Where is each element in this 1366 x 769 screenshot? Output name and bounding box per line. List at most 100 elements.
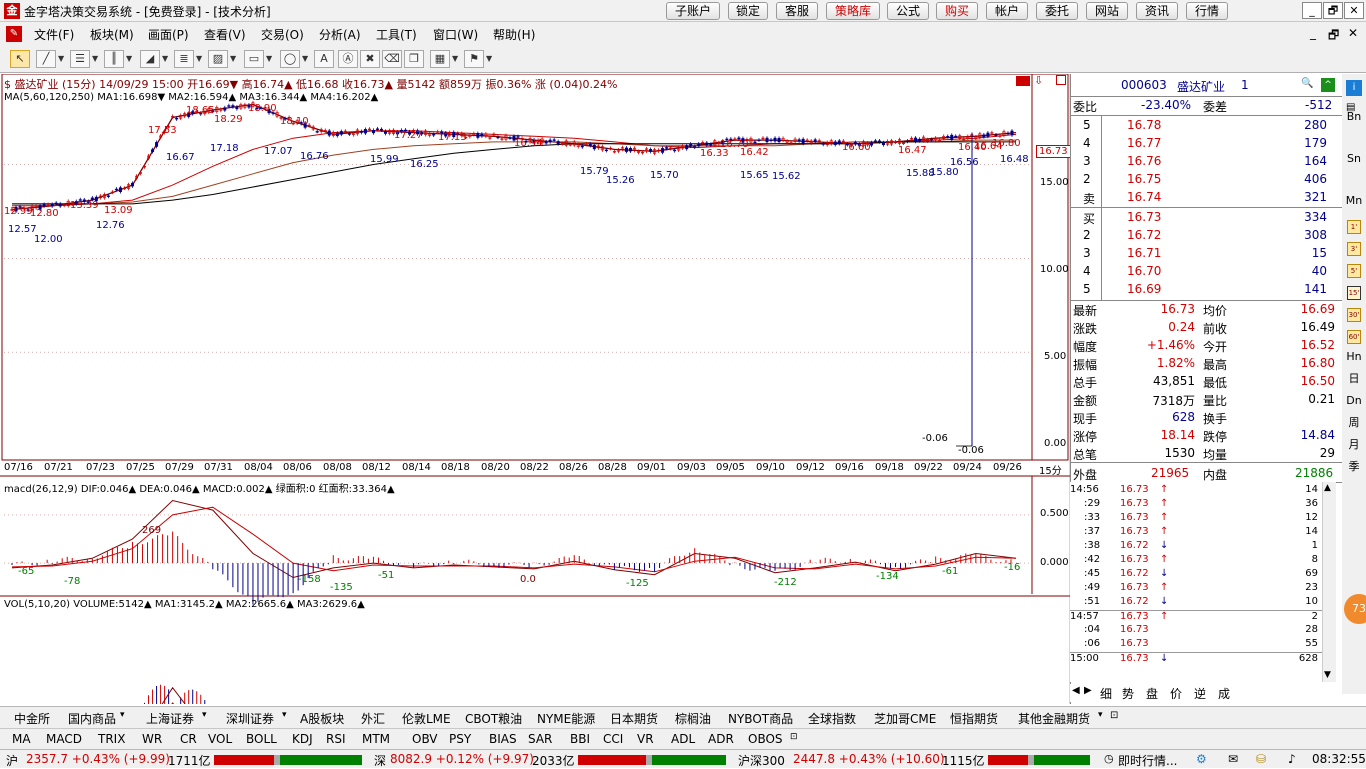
document-icon[interactable]: ✎ <box>6 26 22 42</box>
indicator-tab[interactable]: PSY <box>449 732 471 746</box>
period-button[interactable]: Mn <box>1345 192 1363 210</box>
period-1min-icon[interactable]: 1' <box>1347 220 1361 234</box>
period-3min-icon[interactable]: 3' <box>1347 242 1361 256</box>
top-button-quotes[interactable]: 行情 <box>1186 2 1228 20</box>
account-icon[interactable]: ⛁ <box>1256 752 1266 766</box>
indicator-tab[interactable]: BIAS <box>489 732 517 746</box>
dropdown-arrow-icon[interactable]: ▼ <box>58 54 64 63</box>
bid-row[interactable]: 2 16.72 308 <box>1071 227 1343 245</box>
search-icon[interactable]: 🔍 <box>1301 78 1313 89</box>
bid-row[interactable]: 5 16.69 141 <box>1071 281 1343 299</box>
top-button-news[interactable]: 资讯 <box>1136 2 1178 20</box>
market-tab[interactable]: 上海证券 <box>146 710 194 727</box>
top-button-order[interactable]: 委托 <box>1036 2 1078 20</box>
dropdown-arrow-icon[interactable]: ▼ <box>302 54 308 63</box>
expand-icon[interactable]: ⇩ <box>1034 74 1043 87</box>
info-icon[interactable]: i <box>1346 80 1362 96</box>
scroll-up-icon[interactable]: ▲ <box>1324 483 1331 493</box>
dropdown-arrow-icon[interactable]: ▼ <box>126 54 132 63</box>
indicator-tab[interactable]: SAR <box>528 732 552 746</box>
delete-tool-icon[interactable]: ✖ <box>360 50 380 68</box>
line-tool-icon[interactable]: ╱ <box>36 50 56 68</box>
tab-prev-icon[interactable]: ◀ <box>1072 685 1080 696</box>
period-60min-icon[interactable]: 60' <box>1347 330 1361 344</box>
indicator-tab[interactable]: TRIX <box>98 732 125 746</box>
alert-icon[interactable]: ✉ <box>1228 752 1238 766</box>
menu-tools[interactable]: 工具(T) <box>376 26 417 43</box>
period-5min-icon[interactable]: 5' <box>1347 264 1361 278</box>
menu-analysis[interactable]: 分析(A) <box>319 26 361 43</box>
top-button-sub-account[interactable]: 子账户 <box>666 2 720 20</box>
market-tab[interactable]: 恒指期货 <box>950 710 998 727</box>
tick-scrollbar[interactable]: ▲ ▼ <box>1322 482 1336 682</box>
settings-tool-icon[interactable]: ⚑ <box>464 50 484 68</box>
dropdown-arrow-icon[interactable]: ▼ <box>162 54 168 63</box>
market-tab[interactable]: 伦敦LME <box>402 710 451 727</box>
top-button-buy[interactable]: 购买 <box>936 2 978 20</box>
indicator-tab[interactable]: KDJ <box>292 732 313 746</box>
dropdown-arrow-icon[interactable]: ▾ <box>282 710 287 720</box>
indicator-tab[interactable]: OBOS <box>748 732 783 746</box>
menu-trade[interactable]: 交易(O) <box>261 26 304 43</box>
period-button[interactable]: Hn <box>1345 348 1363 366</box>
ellipse-tool-icon[interactable]: ◯ <box>280 50 300 68</box>
detail-tab[interactable]: 细 <box>1100 685 1112 702</box>
market-tab[interactable]: A股板块 <box>300 710 344 727</box>
indicator-tab[interactable]: VR <box>637 732 654 746</box>
bid-row[interactable]: 4 16.70 40 <box>1071 263 1343 281</box>
top-button-formula[interactable]: 公式 <box>887 2 929 20</box>
period-button[interactable]: Dn <box>1345 392 1363 410</box>
indicator-tab[interactable]: VOL <box>208 732 232 746</box>
ask-row[interactable]: 3 16.76 164 <box>1071 153 1343 171</box>
mdi-minimize-button[interactable]: _ <box>1310 26 1316 40</box>
gann-tool-icon[interactable]: ▨ <box>208 50 228 68</box>
top-button-website[interactable]: 网站 <box>1086 2 1128 20</box>
dropdown-arrow-icon[interactable]: ▼ <box>266 54 272 63</box>
menu-file[interactable]: 文件(F) <box>34 26 74 43</box>
connection-icon[interactable]: ⚙ <box>1196 752 1207 766</box>
market-tab[interactable]: 深圳证券 <box>226 710 274 727</box>
top-button-lock[interactable]: 锁定 <box>728 2 768 20</box>
menu-screen[interactable]: 画面(P) <box>148 26 189 43</box>
indicator-tab[interactable]: RSI <box>326 732 346 746</box>
indicator-tab[interactable]: CCI <box>603 732 623 746</box>
scroll-down-icon[interactable]: ▼ <box>1324 670 1331 680</box>
settings-icon[interactable]: ^ <box>1321 78 1335 92</box>
indicator-tab[interactable]: BOLL <box>246 732 277 746</box>
period-30min-icon[interactable]: 30' <box>1347 308 1361 322</box>
detail-tab[interactable]: 盘 <box>1146 685 1158 702</box>
menu-window[interactable]: 窗口(W) <box>433 26 478 43</box>
fan-tool-icon[interactable]: ◢ <box>140 50 160 68</box>
dropdown-arrow-icon[interactable]: ▼ <box>92 54 98 63</box>
dropdown-arrow-icon[interactable]: ▼ <box>486 54 492 63</box>
mdi-close-button[interactable]: ✕ <box>1348 26 1358 40</box>
market-tab[interactable]: 棕榈油 <box>675 710 711 727</box>
sound-icon[interactable]: ♪ <box>1288 752 1296 766</box>
ask-row[interactable]: 5 16.78 280 <box>1071 117 1343 135</box>
minimize-button[interactable]: _ <box>1302 2 1322 19</box>
detail-tab[interactable]: 成 <box>1218 685 1230 702</box>
ask-row[interactable]: 4 16.77 179 <box>1071 135 1343 153</box>
menu-view[interactable]: 查看(V) <box>204 26 246 43</box>
annotate-tool-icon[interactable]: Ⓐ <box>338 50 358 68</box>
period-button[interactable]: Sn <box>1345 150 1363 168</box>
indicator-tab[interactable]: OBV <box>412 732 438 746</box>
rectangle-tool-icon[interactable]: ▭ <box>244 50 264 68</box>
expand-icon[interactable]: ⊡ <box>1110 710 1118 721</box>
chart-area[interactable]: $ 盛达矿业 (15分) 14/09/29 15:00 开16.69▼ 高16.… <box>0 74 1071 704</box>
detail-tab[interactable]: 势 <box>1122 685 1134 702</box>
period-button[interactable]: 月 <box>1345 436 1363 454</box>
indicator-tab[interactable]: BBI <box>570 732 590 746</box>
dropdown-arrow-icon[interactable]: ▾ <box>120 710 125 720</box>
dropdown-arrow-icon[interactable]: ▼ <box>196 54 202 63</box>
floating-badge[interactable]: 73 <box>1344 594 1366 624</box>
indicator-tab[interactable]: MTM <box>362 732 390 746</box>
menu-sector[interactable]: 板块(M) <box>90 26 134 43</box>
eraser-tool-icon[interactable]: ⌫ <box>382 50 402 68</box>
dropdown-arrow-icon[interactable]: ▾ <box>1098 710 1103 720</box>
bid-row[interactable]: 买 16.73 334 <box>1071 209 1343 227</box>
pointer-tool-icon[interactable]: ↖ <box>10 50 30 68</box>
close-button[interactable]: ✕ <box>1344 2 1364 19</box>
dropdown-arrow-icon[interactable]: ▼ <box>452 54 458 63</box>
detail-tab[interactable]: 逆 <box>1194 685 1206 702</box>
